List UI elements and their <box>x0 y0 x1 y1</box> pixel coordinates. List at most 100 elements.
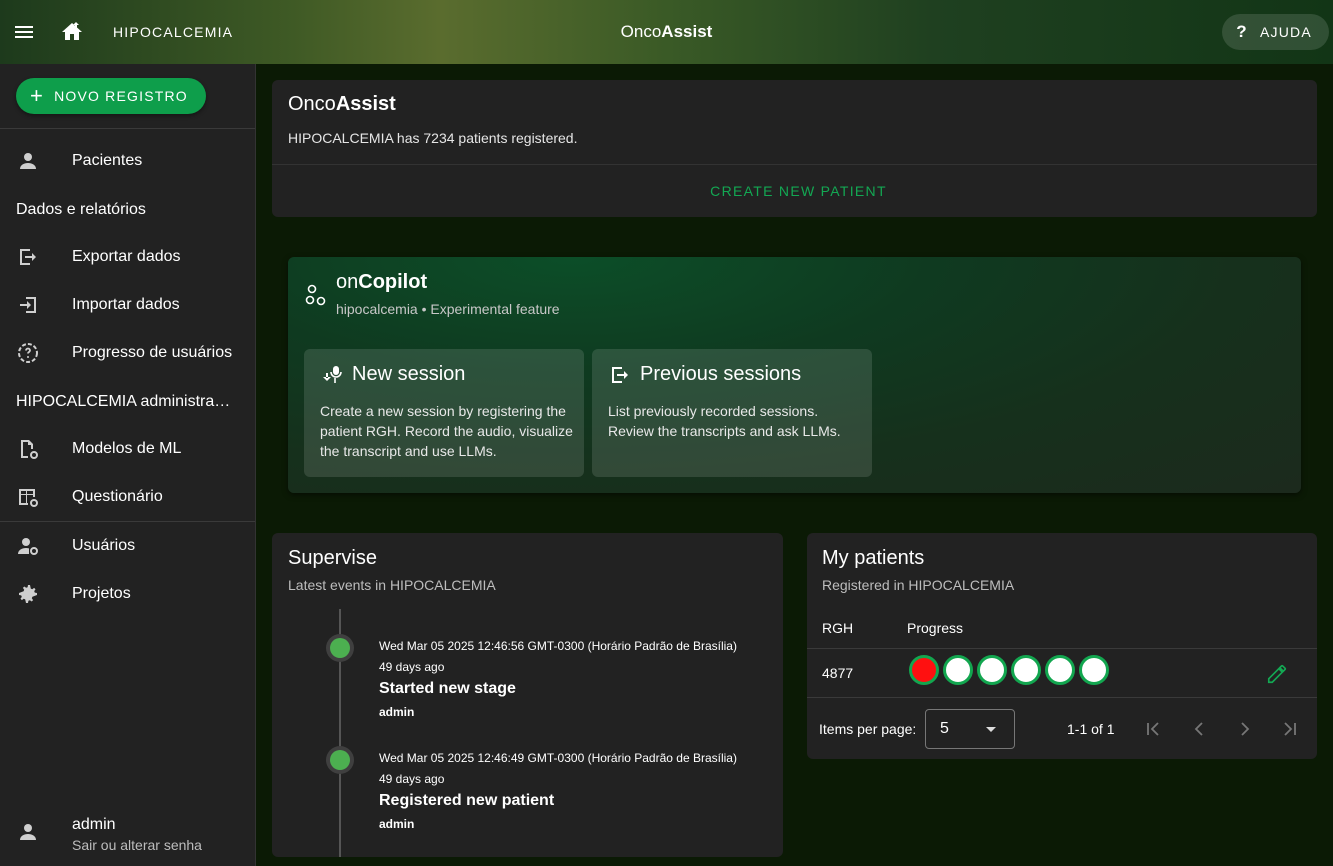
copilot-title-bold: Copilot <box>358 271 428 293</box>
title-bold: Assist <box>335 93 396 115</box>
stage-circle[interactable] <box>943 655 973 685</box>
my-patients-card: My patients Registered in HIPOCALCEMIA R… <box>807 533 1317 759</box>
event-title: Registered new patient <box>379 792 555 809</box>
items-per-page-select[interactable]: 5 <box>925 709 1015 749</box>
sidebar-item-label: Modelos de ML <box>72 440 182 457</box>
table-cell-rgh: 4877 <box>822 665 854 681</box>
ml-models-icon <box>16 437 40 461</box>
sidebar: + NOVO REGISTRO Pacientes Dados e relató… <box>0 64 256 866</box>
stage-circle[interactable] <box>1045 655 1075 685</box>
tile-description: List previously recorded sessions. Revie… <box>608 403 841 439</box>
event-date: Wed Mar 05 2025 12:46:49 GMT-0300 (Horár… <box>379 751 737 765</box>
sidebar-item-progresso[interactable]: Progresso de usuários <box>0 329 255 377</box>
user-subtitle: Sair ou alterar senha <box>72 837 202 853</box>
last-page-icon[interactable] <box>1278 717 1302 741</box>
brand-light: Onco <box>620 22 662 41</box>
person-icon <box>16 820 40 844</box>
summary-card: OncoAssist HIPOCALCEMIA has 7234 patient… <box>272 80 1317 217</box>
menu-icon[interactable] <box>12 20 36 44</box>
copilot-title: onCopilot <box>336 271 427 294</box>
help-icon: ? <box>1236 22 1248 41</box>
sidebar-item-modelos-ml[interactable]: Modelos de ML <box>0 425 255 473</box>
sidebar-item-importar[interactable]: Importar dados <box>0 281 255 329</box>
previous-page-icon[interactable] <box>1187 717 1211 741</box>
progress-stages <box>909 655 1109 685</box>
stage-circle[interactable] <box>977 655 1007 685</box>
section-admin: HIPOCALCEMIA administra… <box>16 393 231 410</box>
user-name: admin <box>72 816 116 833</box>
stage-circle[interactable] <box>909 655 939 685</box>
previous-sessions-tile[interactable]: Previous sessions List previously record… <box>592 349 872 477</box>
items-per-page-label: Items per page: <box>819 721 917 737</box>
supervise-card: Supervise Latest events in HIPOCALCEMIA … <box>272 533 783 857</box>
table-divider <box>807 697 1317 698</box>
column-header-progress: Progress <box>907 620 964 636</box>
sidebar-item-label: Usuários <box>72 537 136 554</box>
copilot-subtitle: hipocalcemia • Experimental feature <box>336 301 560 317</box>
card-divider <box>272 164 1317 165</box>
new-record-button[interactable]: + NOVO REGISTRO <box>16 78 206 114</box>
project-name: HIPOCALCEMIA <box>113 24 234 40</box>
event-date: Wed Mar 05 2025 12:46:56 GMT-0300 (Horár… <box>379 639 737 653</box>
timeline-event: Wed Mar 05 2025 12:46:56 GMT-0300 (Horár… <box>379 639 737 719</box>
timeline-dot <box>326 746 354 774</box>
create-new-patient-button[interactable]: CREATE NEW PATIENT <box>272 183 1325 199</box>
tile-title: New session <box>352 363 466 385</box>
event-user: admin <box>379 817 415 831</box>
person-icon <box>16 149 40 173</box>
sidebar-item-usuarios[interactable]: Usuários <box>0 522 255 570</box>
card-subtitle: Latest events in HIPOCALCEMIA <box>288 577 496 593</box>
sidebar-item-label: Questionário <box>72 488 163 505</box>
copilot-title-light: on <box>336 271 359 293</box>
sidebar-item-label: Exportar dados <box>72 248 181 265</box>
sidebar-item-questionario[interactable]: Questionário <box>0 473 255 521</box>
card-title: OncoAssist <box>288 93 396 116</box>
items-per-page-value: 5 <box>940 720 949 737</box>
progress-icon <box>16 341 40 365</box>
chevron-down-icon <box>986 727 996 732</box>
stage-circle[interactable] <box>1011 655 1041 685</box>
tile-title: Previous sessions <box>640 363 802 385</box>
timeline-event: Wed Mar 05 2025 12:46:49 GMT-0300 (Horár… <box>379 751 737 831</box>
sidebar-item-projetos[interactable]: Projetos <box>0 570 255 618</box>
copilot-icon <box>305 283 327 307</box>
sidebar-item-exportar[interactable]: Exportar dados <box>0 233 255 281</box>
help-label: AJUDA <box>1260 24 1312 40</box>
export-icon <box>608 363 632 387</box>
edit-icon[interactable] <box>1266 663 1288 685</box>
gear-icon <box>16 582 40 606</box>
table-divider <box>807 648 1317 649</box>
title-light: Onco <box>288 93 336 115</box>
sidebar-item-label: Progresso de usuários <box>72 344 233 361</box>
section-data-reports: Dados e relatórios <box>16 201 146 218</box>
pagination-range: 1-1 of 1 <box>1067 721 1115 737</box>
patients-count-text: HIPOCALCEMIA has 7234 patients registere… <box>288 130 578 146</box>
home-switch-icon[interactable] <box>60 20 84 44</box>
event-title: Started new stage <box>379 680 516 697</box>
brand-bold: Assist <box>661 22 713 41</box>
event-ago: 49 days ago <box>379 772 445 786</box>
users-settings-icon <box>16 534 40 558</box>
tile-description: Create a new session by registering the … <box>320 403 573 459</box>
sidebar-item-pacientes[interactable]: Pacientes <box>0 137 255 185</box>
export-icon <box>16 245 40 269</box>
record-voice-icon <box>320 363 344 387</box>
sidebar-divider <box>0 128 255 129</box>
user-account[interactable]: admin Sair ou alterar senha <box>0 804 255 864</box>
new-record-label: NOVO REGISTRO <box>54 88 188 104</box>
sidebar-item-label: Importar dados <box>72 296 180 313</box>
new-session-tile[interactable]: New session Create a new session by regi… <box>304 349 584 477</box>
event-user: admin <box>379 705 415 719</box>
sidebar-item-label: Projetos <box>72 585 131 602</box>
stage-circle[interactable] <box>1079 655 1109 685</box>
event-ago: 49 days ago <box>379 660 445 674</box>
help-button[interactable]: ? AJUDA <box>1222 14 1329 50</box>
import-icon <box>16 293 40 317</box>
sidebar-item-label: Pacientes <box>72 152 143 169</box>
questionnaire-icon <box>16 485 40 509</box>
timeline-dot <box>326 634 354 662</box>
top-app-bar: HIPOCALCEMIA OncoAssist ? AJUDA <box>0 0 1333 64</box>
column-header-rgh: RGH <box>822 620 854 636</box>
first-page-icon[interactable] <box>1141 717 1165 741</box>
next-page-icon[interactable] <box>1233 717 1257 741</box>
